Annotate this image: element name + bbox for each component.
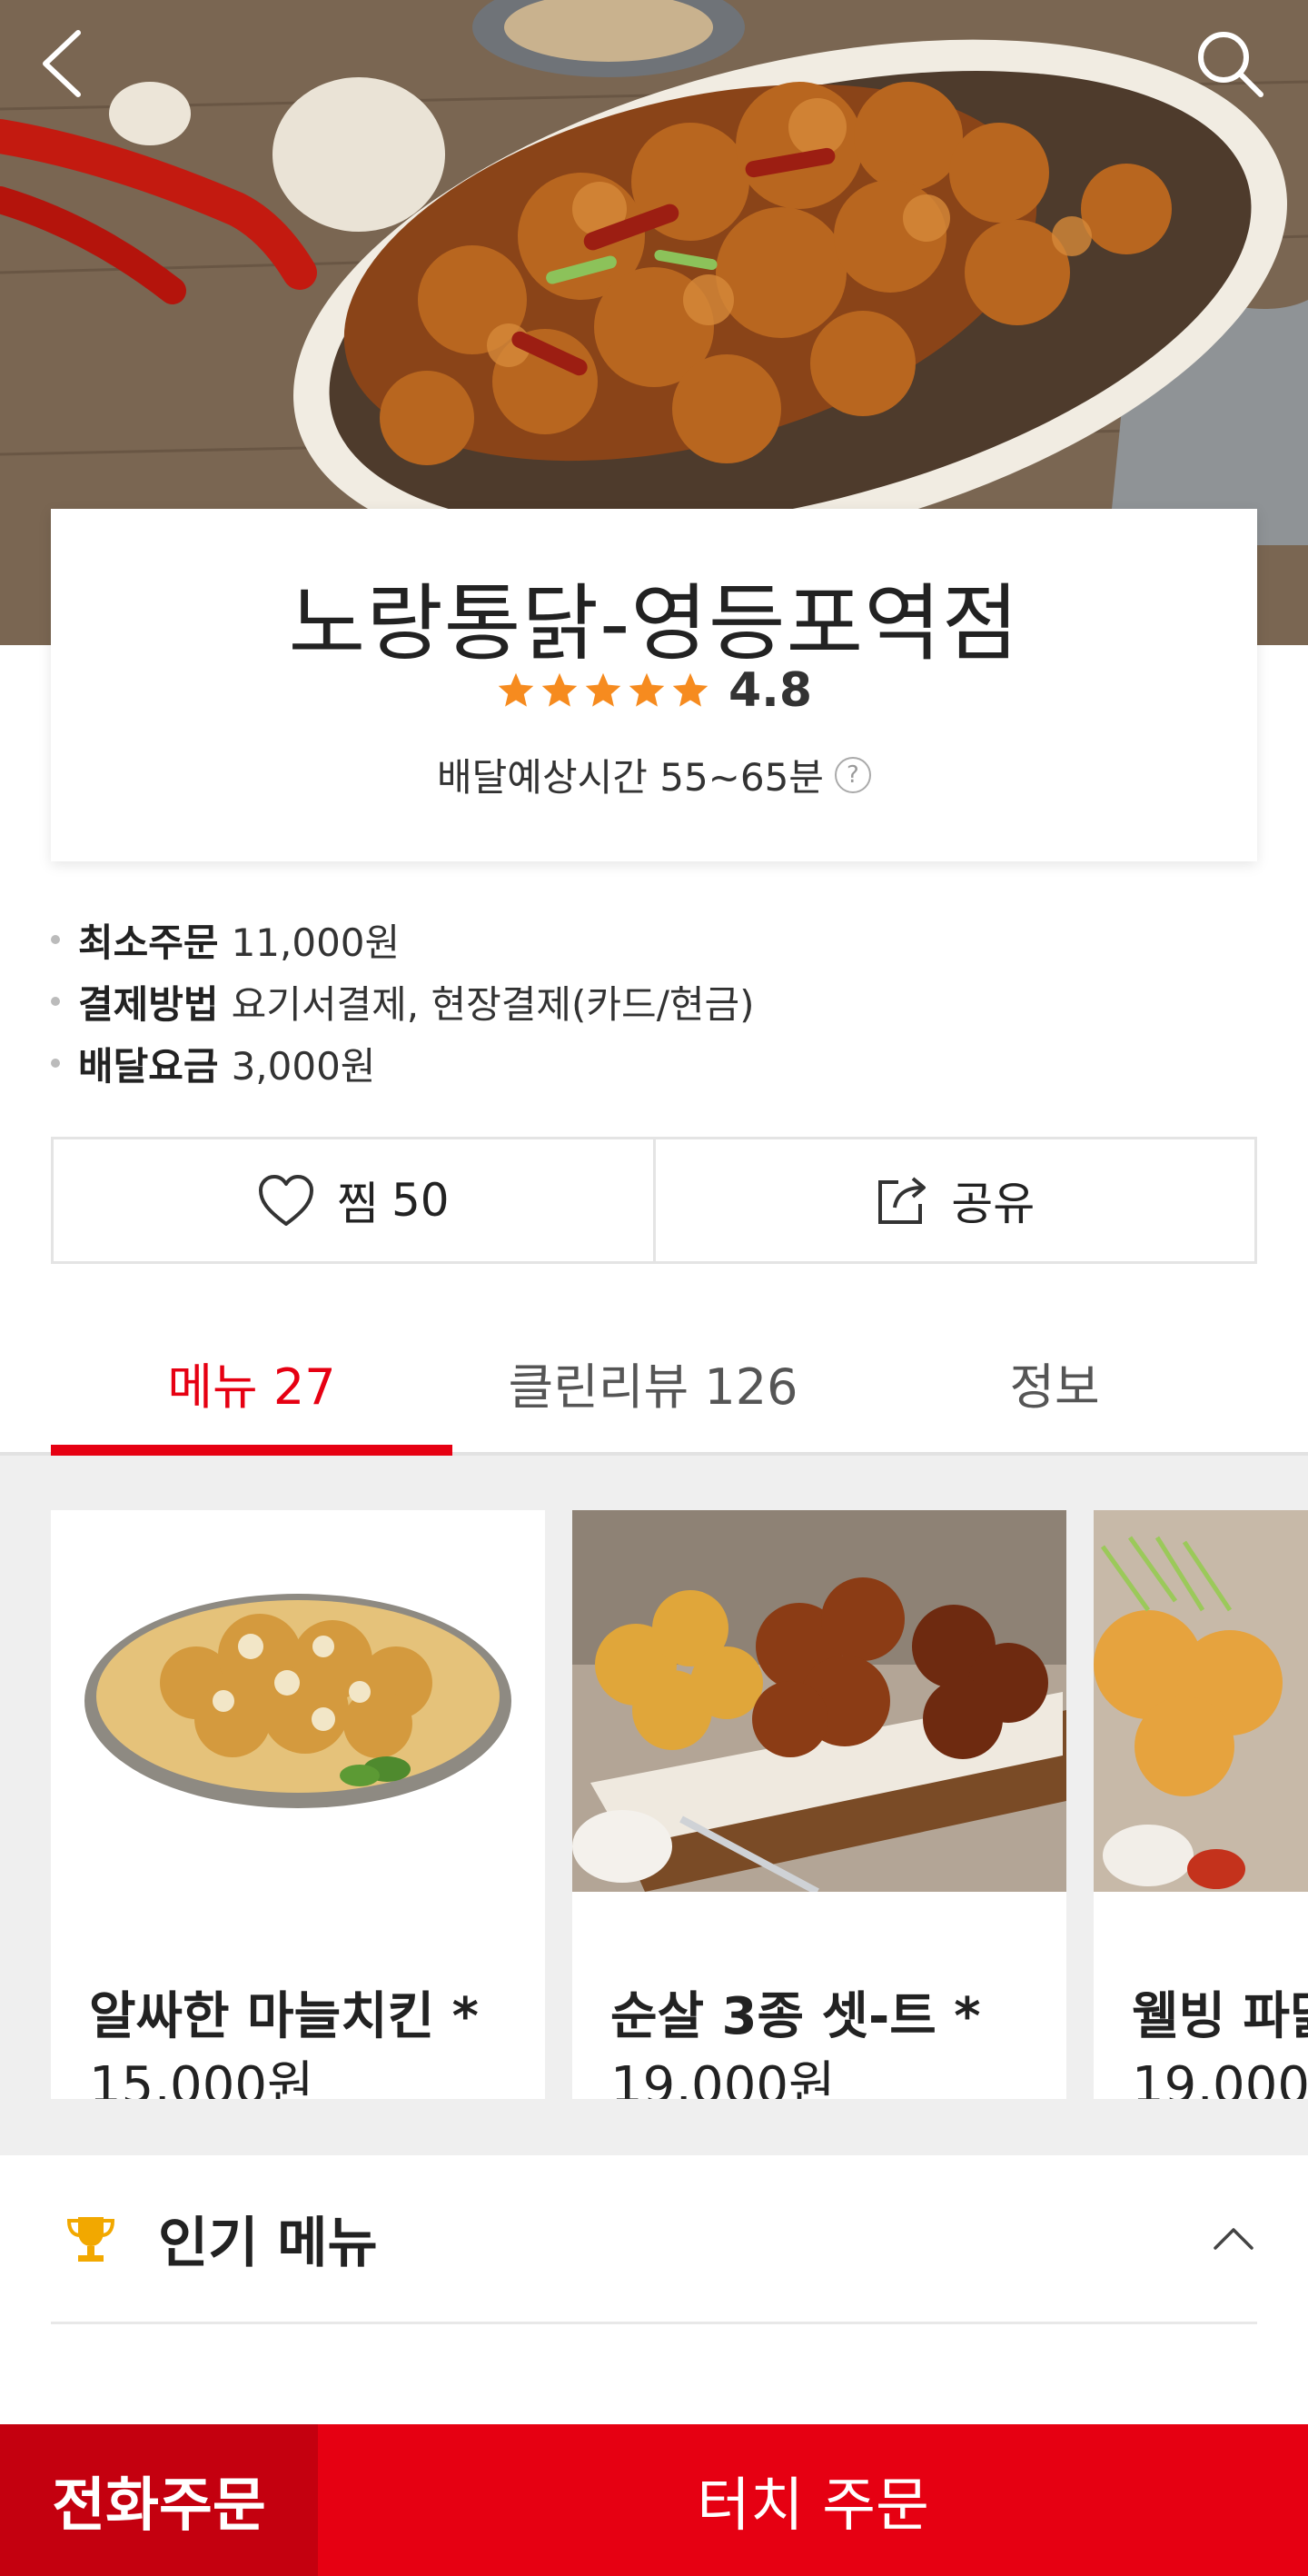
info-value: 3,000원 xyxy=(231,1043,376,1089)
info-label: 최소주문 xyxy=(78,920,219,965)
menu-card[interactable]: 순살 3종 셋-트 * 19,000원 xyxy=(572,1510,1066,2099)
menu-carousel[interactable]: 알싸한 마늘치킨 * 15,000원 순살 3종 셋-트 * 19,000원 웰… xyxy=(0,1456,1308,2155)
popular-menu-title: 인기 메뉴 xyxy=(158,2212,378,2275)
rating-stars xyxy=(496,671,710,711)
tab-menu[interactable]: 메뉴 27 xyxy=(51,1308,452,1456)
star-icon xyxy=(672,672,708,707)
info-value: 요기서결제, 현장결제(카드/현금) xyxy=(231,981,755,1027)
menu-card[interactable]: 웰빙 파닭 19,000원 xyxy=(1094,1510,1308,2099)
delivery-eta: 배달예상시간 55~65분 ? xyxy=(51,747,1257,802)
bullet-dot xyxy=(51,997,60,1006)
star-icon xyxy=(498,672,534,707)
share-button[interactable]: 공유 xyxy=(652,1139,1255,1261)
info-value: 11,000원 xyxy=(231,920,401,965)
store-name: 노랑통닭-영등포역점 xyxy=(288,575,1020,672)
menu-name: 알싸한 마늘치킨 * xyxy=(89,1987,479,2046)
store-info-list: 최소주문 11,000원 결제방법 요기서결제, 현장결제(카드/현금) 배달요… xyxy=(51,909,755,1094)
search-icon xyxy=(1198,32,1263,97)
menu-price: 19,000원 xyxy=(1132,2056,1308,2099)
store-actions: 찜 50 공유 xyxy=(51,1137,1257,1264)
info-label: 결제방법 xyxy=(78,981,219,1027)
menu-name: 웰빙 파닭 xyxy=(1132,1987,1308,2046)
menu-card[interactable]: 알싸한 마늘치킨 * 15,000원 xyxy=(51,1510,545,2099)
info-item-delivery-fee: 배달요금 3,000원 xyxy=(51,1032,755,1094)
search-button[interactable] xyxy=(1194,27,1281,114)
three-kinds-chicken-photo xyxy=(572,1510,1066,1892)
scallion-chicken-photo xyxy=(1094,1510,1308,1892)
store-info-card: 노랑통닭-영등포역점 4.8 배달예상시간 55~65분 ? xyxy=(51,509,1257,861)
bullet-dot xyxy=(51,935,60,944)
bullet-dot xyxy=(51,1059,60,1068)
rating-row: 4.8 xyxy=(51,663,1257,718)
star-icon xyxy=(585,672,621,707)
chevron-up-icon[interactable] xyxy=(1210,2215,1257,2263)
star-icon xyxy=(629,672,665,707)
popular-menu-header[interactable]: 인기 메뉴 xyxy=(51,2155,1257,2324)
active-tab-indicator xyxy=(51,1445,452,1456)
touch-order-button[interactable]: 터치 주문 xyxy=(318,2424,1308,2576)
tab-clean-review[interactable]: 클린리뷰 126 xyxy=(452,1308,854,1456)
store-tabs: 메뉴 27 클린리뷰 126 정보 xyxy=(0,1308,1308,1456)
menu-price: 15,000원 xyxy=(89,2056,314,2099)
like-label: 찜 xyxy=(336,1178,379,1230)
menu-name: 순살 3종 셋-트 * xyxy=(610,1987,981,2046)
info-label: 배달요금 xyxy=(78,1043,219,1089)
like-count: 50 xyxy=(391,1174,450,1227)
trophy-icon xyxy=(66,2216,115,2262)
heart-icon xyxy=(258,1175,313,1226)
help-icon[interactable]: ? xyxy=(834,756,871,793)
order-bar: 전화주문 터치 주문 xyxy=(0,2424,1308,2576)
like-button[interactable]: 찜 50 xyxy=(54,1139,653,1261)
back-button[interactable] xyxy=(36,27,124,114)
info-item-payment: 결제방법 요기서결제, 현장결제(카드/현금) xyxy=(51,970,755,1032)
tab-info[interactable]: 정보 xyxy=(854,1308,1255,1456)
share-label: 공유 xyxy=(951,1178,1036,1230)
phone-order-button[interactable]: 전화주문 xyxy=(0,2424,318,2576)
rating-value: 4.8 xyxy=(728,663,813,718)
share-icon xyxy=(878,1177,926,1224)
garlic-chicken-photo xyxy=(51,1510,545,1892)
menu-price: 19,000원 xyxy=(610,2056,836,2099)
info-item-min-order: 최소주문 11,000원 xyxy=(51,909,755,970)
chevron-left-icon xyxy=(43,30,81,97)
eta-label: 배달예상시간 55~65분 xyxy=(437,755,824,800)
star-icon xyxy=(541,672,578,707)
